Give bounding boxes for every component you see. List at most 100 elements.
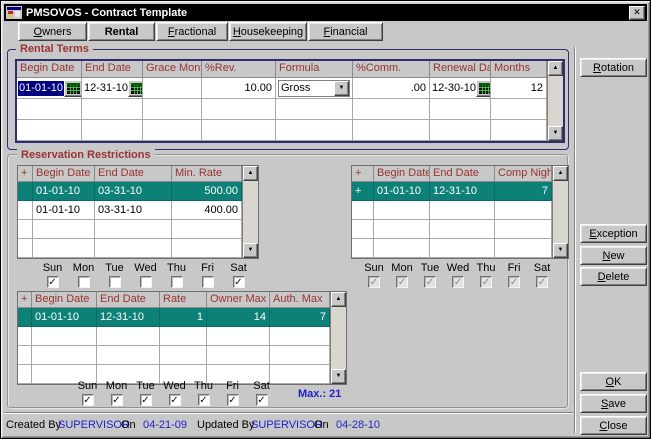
begin-date-calendar-button[interactable] <box>64 80 82 97</box>
min-rate-row-selected[interactable]: 01-01-10 03-31-10 500.00 <box>18 182 242 201</box>
vertical-scrollbar[interactable]: ▲ ▼ <box>547 61 563 141</box>
scrollbar-track[interactable] <box>553 181 568 243</box>
renewal-date-input[interactable]: 12-30-10 <box>431 82 476 94</box>
months-cell[interactable]: 12 <box>491 78 547 99</box>
checkbox-thu[interactable] <box>171 276 183 288</box>
checkbox-sat[interactable]: ✓ <box>256 394 268 406</box>
tab-housekeeping[interactable]: Housekeeping <box>229 22 307 41</box>
begin-date-input[interactable]: 01-01-10 <box>18 81 64 96</box>
grid-cell <box>82 99 143 120</box>
scroll-up-icon: ▲ <box>558 170 564 176</box>
tab-financial[interactable]: Financial <box>308 22 383 41</box>
button-label: xception <box>597 228 638 240</box>
min-rate-grid: + Begin Date End Date Min. Rate 01-01-10… <box>17 165 259 259</box>
comp-nights-row-selected[interactable]: + 01-01-10 12-31-10 7 <box>352 182 552 201</box>
vertical-scrollbar[interactable]: ▲ ▼ <box>552 166 568 258</box>
end-date-input[interactable]: 12-31-10 <box>83 82 128 94</box>
grid-cell <box>202 120 276 141</box>
column-header-plus: + <box>352 166 374 182</box>
new-button[interactable]: New <box>580 246 647 265</box>
comm-percent-cell[interactable]: .00 <box>353 78 430 99</box>
checkbox-thu[interactable]: ✓ <box>198 394 210 406</box>
checkbox-sun[interactable]: ✓ <box>47 276 59 288</box>
min-rate-cell: 500.00 <box>172 182 242 201</box>
checkbox-fri[interactable] <box>202 276 214 288</box>
rev-percent-cell[interactable]: 10.00 <box>202 78 276 99</box>
scrollbar-track[interactable] <box>331 307 346 369</box>
day-label-mon: Mon <box>391 262 412 275</box>
updated-on-value: 04-28-10 <box>336 419 380 431</box>
grid-cell <box>97 327 160 346</box>
scroll-down-button[interactable]: ▼ <box>331 369 346 384</box>
owner-max-row-selected[interactable]: 01-01-10 12-31-10 1 14 7 <box>18 308 330 327</box>
grid-cell <box>172 239 242 258</box>
checkbox-tue[interactable] <box>109 276 121 288</box>
tab-rental[interactable]: Rental <box>88 22 155 41</box>
day-label-wed: Wed <box>163 380 185 393</box>
close-icon: ✕ <box>633 7 641 17</box>
column-header-plus: + <box>18 292 32 308</box>
button-label: ave <box>608 398 626 410</box>
empty-grid-row <box>18 327 330 346</box>
end-date-calendar-button[interactable] <box>128 80 143 97</box>
day-label-fri: Fri <box>508 262 521 275</box>
ok-button[interactable]: OK <box>580 372 647 391</box>
grace-months-cell[interactable] <box>143 78 202 99</box>
checkbox-tue[interactable]: ✓ <box>140 394 152 406</box>
tab-label: Rental <box>105 26 139 38</box>
scroll-down-button[interactable]: ▼ <box>548 126 563 141</box>
formula-dropdown-button[interactable]: ▼ <box>334 81 349 96</box>
day-label-mon: Mon <box>73 262 94 275</box>
save-button[interactable]: Save <box>580 394 647 413</box>
checkbox-wed[interactable] <box>140 276 152 288</box>
rental-grid-header: Begin Date End Date Grace Months %Rev. F… <box>17 61 547 78</box>
grid-cell <box>82 120 143 141</box>
checkbox-mon[interactable] <box>78 276 90 288</box>
grid-cell <box>97 346 160 365</box>
grid-cell <box>33 239 95 258</box>
scroll-down-button[interactable]: ▼ <box>243 243 258 258</box>
vertical-scrollbar[interactable]: ▲ ▼ <box>330 292 346 384</box>
rental-terms-row[interactable]: 01-01-10 12-31-10 10.00 Gross ▼ <box>17 78 547 99</box>
exception-button[interactable]: Exception <box>580 224 647 243</box>
scrollbar-track[interactable] <box>243 181 258 243</box>
grid-cell <box>143 120 202 141</box>
formula-dropdown[interactable]: Gross ▼ <box>278 80 350 97</box>
delete-button[interactable]: Delete <box>580 267 647 286</box>
tab-owners[interactable]: Owners <box>18 22 87 41</box>
min-rate-row[interactable]: 01-01-10 03-31-10 400.00 <box>18 201 242 220</box>
checkbox-wed[interactable]: ✓ <box>169 394 181 406</box>
rate-cell: 1 <box>160 308 207 327</box>
vertical-scrollbar[interactable]: ▲ ▼ <box>242 166 258 258</box>
begin-date-cell: 01-01-10 <box>17 78 82 99</box>
tab-fractional[interactable]: Fractional <box>156 22 228 41</box>
rotation-button[interactable]: Rotation <box>580 58 647 77</box>
checkbox-sat[interactable]: ✓ <box>233 276 245 288</box>
checkbox-fri[interactable]: ✓ <box>227 394 239 406</box>
min-rate-grid-header: + Begin Date End Date Min. Rate <box>18 166 242 182</box>
checkbox-sun[interactable]: ✓ <box>82 394 94 406</box>
renewal-date-calendar-button[interactable] <box>476 80 491 97</box>
column-header-grace-months: Grace Months <box>143 61 202 78</box>
close-button-bottom[interactable]: Close <box>580 416 647 435</box>
scroll-up-button[interactable]: ▲ <box>548 61 563 76</box>
scroll-down-button[interactable]: ▼ <box>553 243 568 258</box>
begin-date-cell: 01-01-10 <box>374 182 430 201</box>
scroll-up-button[interactable]: ▲ <box>243 166 258 181</box>
scroll-up-icon: ▲ <box>248 170 254 176</box>
grid-cell <box>495 239 552 258</box>
owner-max-grid-header: + Begin Date End Date Rate Owner Max Aut… <box>18 292 330 308</box>
column-header-begin-date: Begin Date <box>374 166 430 182</box>
grid-cell <box>32 327 97 346</box>
scroll-up-button[interactable]: ▲ <box>331 292 346 307</box>
grid-cell <box>276 99 353 120</box>
close-button[interactable]: ✕ <box>629 6 645 20</box>
checkbox-mon[interactable]: ✓ <box>111 394 123 406</box>
comp-nights-grid: + Begin Date End Date Comp Nights + 01-0… <box>351 165 569 259</box>
scrollbar-track[interactable] <box>548 76 563 126</box>
grid-cell <box>18 327 32 346</box>
checkbox-sat-disabled: ✓ <box>536 276 548 288</box>
scroll-up-button[interactable]: ▲ <box>553 166 568 181</box>
tab-label: ousekeeping <box>241 26 303 38</box>
day-label-sun: Sun <box>78 380 98 393</box>
